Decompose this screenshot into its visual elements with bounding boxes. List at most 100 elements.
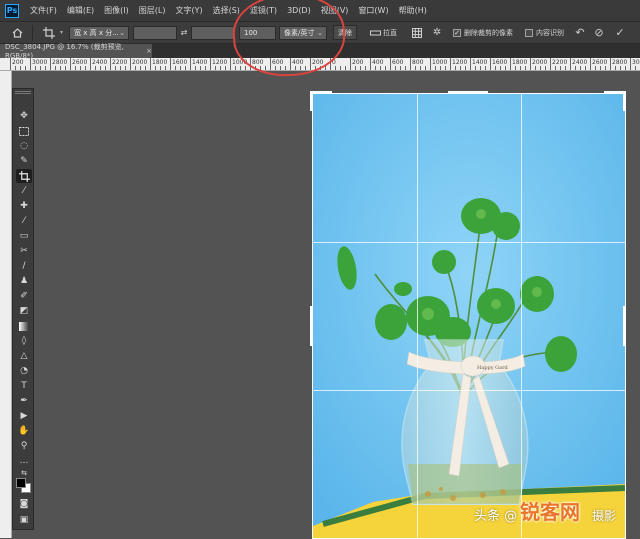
lasso-icon[interactable]: ◌ <box>16 139 32 153</box>
reset-icon[interactable]: ↶ <box>572 26 588 39</box>
ruler-tick <box>490 58 491 70</box>
chevron-down-icon: ⌄ <box>119 28 126 37</box>
ruler-minor-tick <box>505 66 506 70</box>
ruler-minor-tick <box>560 66 561 70</box>
pattern-icon[interactable]: ▭ <box>16 229 32 243</box>
ruler-minor-tick <box>165 66 166 70</box>
crop-handle-left[interactable] <box>310 306 313 346</box>
ruler-tick <box>430 58 431 70</box>
hand-icon[interactable]: ✋ <box>16 424 32 438</box>
crop-handle-top-left[interactable] <box>310 91 332 94</box>
dodge-icon[interactable]: ◔ <box>16 364 32 378</box>
chevron-down-icon[interactable]: ▾ <box>60 29 63 36</box>
healing-icon[interactable]: ✚ <box>16 199 32 213</box>
watermark-author: 摄影 <box>592 509 617 523</box>
gear-icon[interactable]: ✲ <box>429 27 445 38</box>
ruler-minor-tick <box>55 66 56 70</box>
quick-mask-icon[interactable]: ◙ <box>16 497 32 511</box>
menu-type[interactable]: 文字(Y) <box>170 0 207 22</box>
swap-icon[interactable]: ⇄ <box>177 28 191 37</box>
history-brush-icon[interactable]: ✐ <box>16 289 32 303</box>
text-icon[interactable]: T <box>16 379 32 393</box>
vertical-ruler[interactable] <box>0 71 12 538</box>
stamp-icon[interactable]: ♟ <box>16 274 32 288</box>
ruler-label: 1600 <box>172 59 188 66</box>
ruler-minor-tick <box>225 66 226 70</box>
brush-icon[interactable]: ⁄ <box>16 214 32 228</box>
checkbox-unchecked-icon[interactable] <box>525 28 534 37</box>
move-icon[interactable]: ✥ <box>16 109 32 123</box>
eyedropper-icon[interactable]: ⁄ <box>16 184 32 198</box>
ruler-tick <box>210 58 211 70</box>
ruler-minor-tick <box>245 66 246 70</box>
ruler-minor-tick <box>605 66 606 70</box>
home-icon[interactable] <box>7 27 27 38</box>
ruler-minor-tick <box>600 66 601 70</box>
ruler-label: 2800 <box>612 59 628 66</box>
straighten-label[interactable]: 拉直 <box>383 28 397 38</box>
delete-cropped-checkbox[interactable]: ✓ 删除裁剪的像素 <box>453 28 513 38</box>
ruler-minor-tick <box>100 66 101 70</box>
ruler-minor-tick <box>195 66 196 70</box>
gradient-icon[interactable] <box>16 319 32 333</box>
crop-tool-preset-icon[interactable] <box>38 26 60 39</box>
height-field[interactable] <box>191 25 236 40</box>
ruler-label: 2400 <box>92 59 108 66</box>
crop-handle-top-left[interactable] <box>310 91 313 111</box>
ruler-minor-tick <box>620 66 621 70</box>
checkbox-checked-icon[interactable]: ✓ <box>453 28 462 37</box>
straighten-icon[interactable] <box>367 29 383 37</box>
overlay-grid-icon[interactable] <box>409 27 425 38</box>
ruler-label: 1400 <box>192 59 208 66</box>
screen-mode-icon[interactable]: ▣ <box>16 513 32 527</box>
ruler-minor-tick <box>420 66 421 70</box>
ruler-tick <box>590 58 591 70</box>
tools-panel: ✥ ◌ ✎ ⁄ ✚ ⁄ ▭ ✂ / ♟ ✐ ◩ ◊ △ ◔ T ✒ ▶ ✋ ⚲ … <box>12 88 34 530</box>
ruler-minor-tick <box>485 66 486 70</box>
close-icon[interactable]: × <box>146 47 152 55</box>
document-tab[interactable]: DSC_3804.JPG @ 16.7% (裁剪预览, RGB/8*) × <box>0 43 152 60</box>
pencil-icon[interactable]: / <box>16 259 32 273</box>
panel-grip-icon[interactable] <box>15 91 31 94</box>
ruler-minor-tick <box>120 66 121 70</box>
ruler-minor-tick <box>185 66 186 70</box>
ruler-minor-tick <box>460 66 461 70</box>
menu-layer[interactable]: 图层(L) <box>134 0 171 22</box>
ruler-minor-tick <box>175 66 176 70</box>
photoshop-logo-icon[interactable]: Ps <box>5 3 19 18</box>
commit-check-icon[interactable]: ✓ <box>612 26 628 39</box>
ruler-tick <box>170 58 171 70</box>
blur-icon[interactable]: ◊ <box>16 334 32 348</box>
zoom-icon[interactable]: ⚲ <box>16 439 32 453</box>
menu-help[interactable]: 帮助(H) <box>394 0 432 22</box>
triangle-icon[interactable]: △ <box>16 349 32 363</box>
foreground-color-swatch[interactable] <box>16 478 26 488</box>
menu-file[interactable]: 文件(F) <box>25 0 62 22</box>
crop-bounding-box[interactable] <box>312 93 626 539</box>
path-select-icon[interactable]: ▶ <box>16 409 32 423</box>
menu-image[interactable]: 图像(I) <box>99 0 134 22</box>
ruler-label: 1800 <box>512 59 528 66</box>
crop-handle-right[interactable] <box>623 306 626 346</box>
ruler-label: 800 <box>412 59 424 66</box>
content-aware-checkbox[interactable]: 内容识别 <box>525 28 564 38</box>
menu-edit[interactable]: 编辑(E) <box>62 0 99 22</box>
ratio-select[interactable]: 宽 x 高 x 分... ⌄ <box>69 25 130 40</box>
quick-select-icon[interactable]: ✎ <box>16 154 32 168</box>
crop-icon[interactable] <box>16 169 32 183</box>
cancel-icon[interactable]: ⊘ <box>591 26 607 39</box>
crop-handle-top-right[interactable] <box>623 91 626 111</box>
ruler-minor-tick <box>500 66 501 70</box>
scissors-icon[interactable]: ✂ <box>16 244 32 258</box>
ruler-tick <box>610 58 611 70</box>
pen-icon[interactable]: ✒ <box>16 394 32 408</box>
ruler-label: 1800 <box>152 59 168 66</box>
crop-handle-top[interactable] <box>448 91 488 94</box>
ruler-minor-tick <box>400 66 401 70</box>
ruler-minor-tick <box>360 66 361 70</box>
width-field[interactable] <box>133 25 178 40</box>
menu-window[interactable]: 窗口(W) <box>353 0 393 22</box>
ruler-label: 1200 <box>452 59 468 66</box>
eraser-icon[interactable]: ◩ <box>16 304 32 318</box>
marquee-icon[interactable] <box>16 124 32 138</box>
